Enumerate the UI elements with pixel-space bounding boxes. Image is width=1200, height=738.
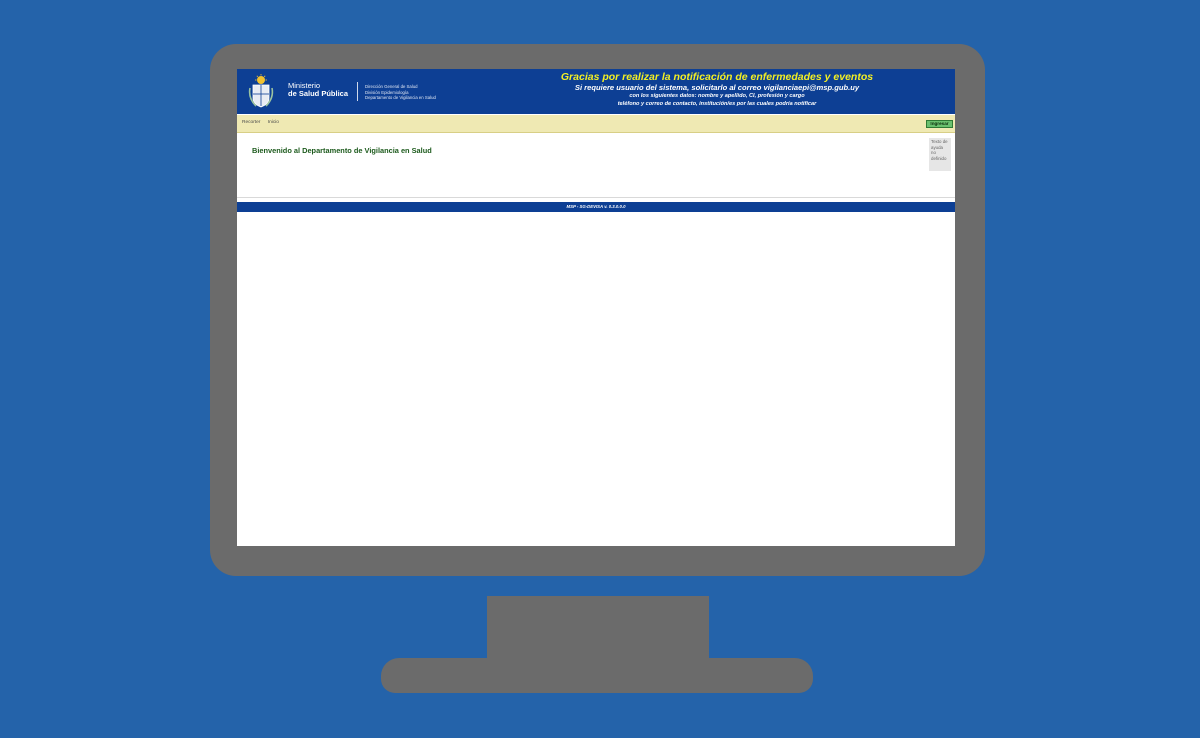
notice-line2: con los siguientes datos: nombre y apell…: [629, 93, 805, 99]
notice-title: Gracias por realizar la notificación de …: [560, 71, 874, 83]
nav-links: Recorter Inicio: [242, 120, 285, 125]
department-text: Dirección General de Salud División Epid…: [365, 84, 436, 101]
ministry-name-line2: de Salud Pública: [288, 89, 349, 98]
monitor-stand-neck: [487, 596, 709, 662]
site-header: Ministerio de Salud Pública Dirección Ge…: [237, 69, 955, 114]
content-divider: [237, 197, 955, 198]
welcome-heading: Bienvenido al Departamento de Vigilancia…: [252, 146, 432, 155]
department-line3: Departamento de Vigilancia en Salud: [365, 95, 436, 100]
nav-item-recorter[interactable]: Recorter: [242, 120, 260, 125]
logo-divider: [357, 82, 358, 101]
notice-line3: teléfono y correo de contacto, instituci…: [617, 100, 817, 107]
header-notice: Gracias por realizar la notificación de …: [537, 71, 897, 108]
monitor-screen: Ministerio de Salud Pública Dirección Ge…: [237, 69, 955, 546]
monitor-stand-base: [381, 658, 813, 693]
login-button[interactable]: Ingresar: [926, 120, 953, 128]
ministry-logo-text: Ministerio de Salud Pública: [288, 82, 348, 98]
notice-line1: Si requiere usuario del sistema, solicit…: [574, 83, 860, 92]
nav-bar: Recorter Inicio Ingresar: [237, 115, 955, 133]
help-text-box: Texto de ayuda no definido: [929, 138, 951, 171]
coat-of-arms-icon: [248, 74, 274, 108]
footer-bar: MSP - SG-DEVISA v. 0.3.0.0.0: [237, 202, 955, 212]
nav-item-inicio[interactable]: Inicio: [268, 120, 279, 125]
